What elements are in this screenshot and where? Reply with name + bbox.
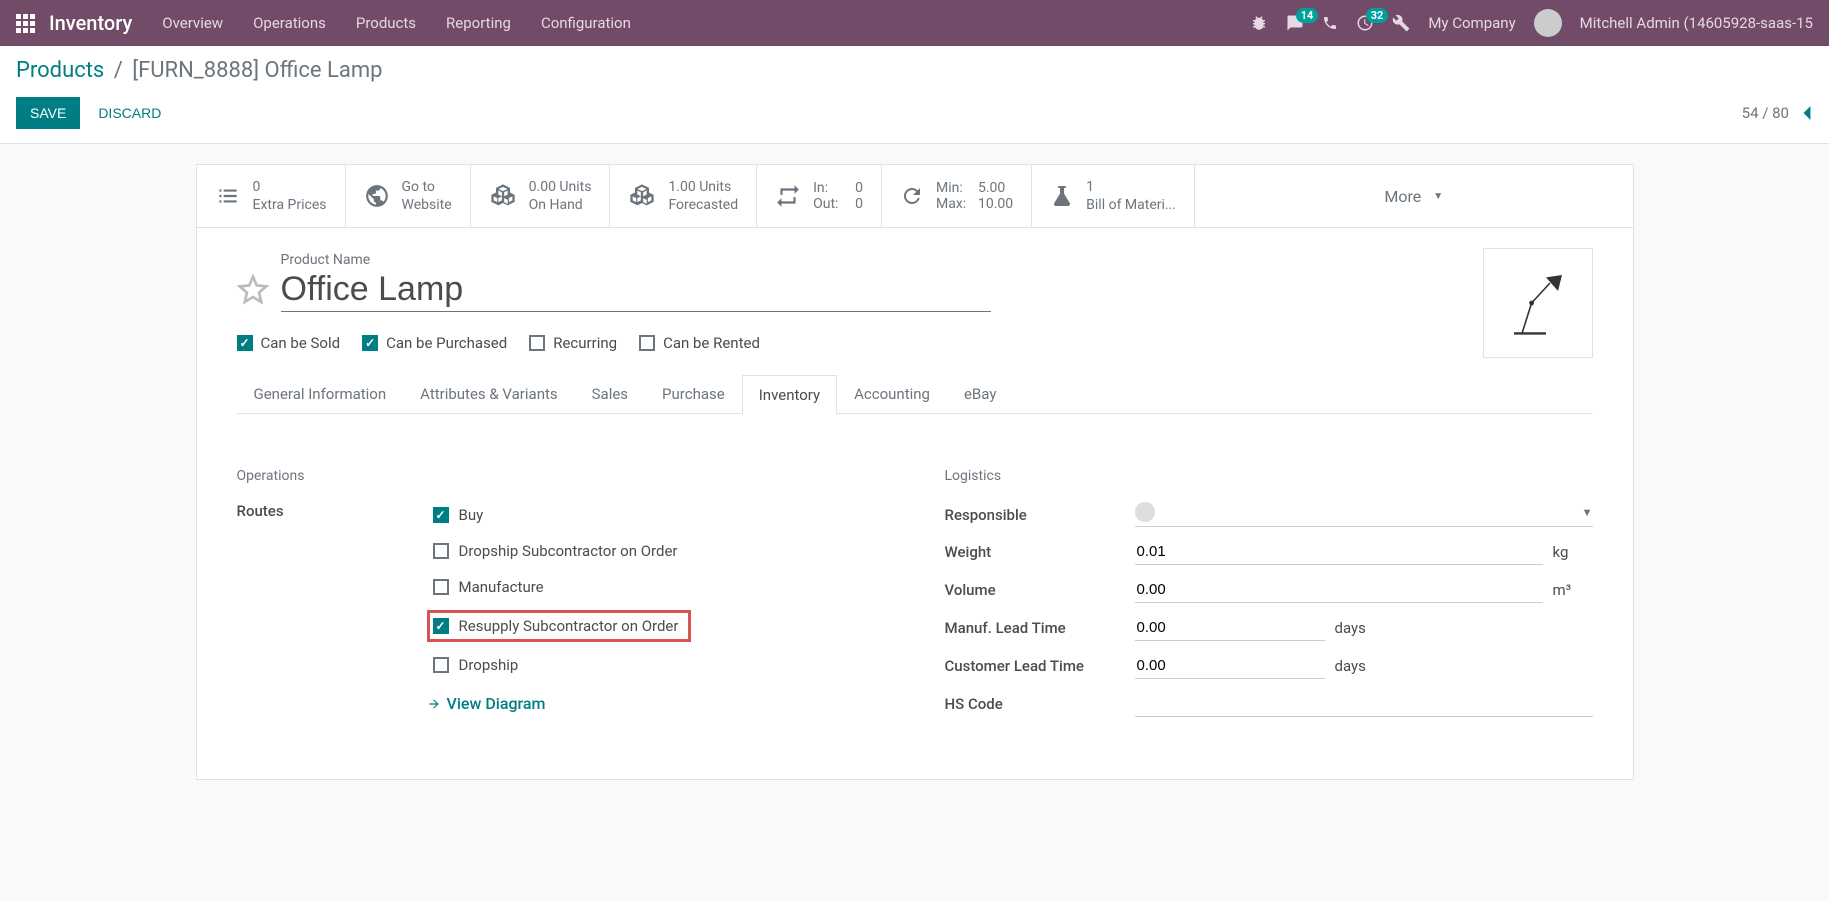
weight-input[interactable] — [1135, 539, 1543, 565]
product-image[interactable] — [1483, 248, 1593, 358]
messages-icon[interactable]: 14 — [1286, 14, 1304, 32]
menu-products[interactable]: Products — [356, 14, 416, 32]
cubes-icon — [628, 182, 656, 210]
check-recurring[interactable]: Recurring — [529, 334, 617, 352]
tab-ebay[interactable]: eBay — [947, 374, 1013, 413]
stat-buttons: 0Extra Prices Go toWebsite 0.00 UnitsOn … — [197, 165, 1633, 228]
stat-extra-prices[interactable]: 0Extra Prices — [197, 165, 346, 227]
breadcrumb-parent[interactable]: Products — [16, 58, 104, 83]
tab-purchase[interactable]: Purchase — [645, 374, 742, 413]
tools-icon[interactable] — [1392, 14, 1410, 32]
responsible-input[interactable]: ▼ — [1135, 502, 1593, 527]
routes-label: Routes — [237, 502, 427, 520]
stat-forecasted[interactable]: 1.00 UnitsForecasted — [610, 165, 757, 227]
stat-more[interactable]: More ▼ — [1195, 165, 1633, 227]
top-navbar: Inventory Overview Operations Products R… — [0, 0, 1829, 46]
transfer-icon — [775, 183, 801, 209]
weight-label: Weight — [945, 543, 1135, 561]
manuf-lead-time-input[interactable] — [1135, 615, 1325, 641]
flask-icon — [1050, 184, 1074, 208]
check-can-be-rented[interactable]: Can be Rented — [639, 334, 760, 352]
control-panel: Products / [FURN_8888] Office Lamp SAVE … — [0, 46, 1829, 144]
customer-unit: days — [1335, 657, 1375, 675]
tab-general-information[interactable]: General Information — [237, 374, 404, 413]
hs-code-label: HS Code — [945, 695, 1135, 713]
pager: 54 / 80 — [1742, 104, 1813, 122]
product-name-input[interactable] — [281, 268, 991, 312]
tab-accounting[interactable]: Accounting — [837, 374, 947, 413]
arrow-right-icon — [427, 697, 441, 711]
bug-icon[interactable] — [1250, 14, 1268, 32]
route-dropship[interactable]: Dropship — [427, 652, 692, 678]
stat-in-out[interactable]: In:0 Out:0 — [757, 165, 882, 227]
product-name-label: Product Name — [281, 252, 991, 268]
caret-down-icon: ▼ — [1433, 191, 1443, 202]
volume-unit: m³ — [1553, 581, 1593, 599]
logistics-section-title: Logistics — [945, 468, 1593, 484]
globe-icon — [364, 183, 390, 209]
list-icon — [215, 183, 241, 209]
user-avatar[interactable] — [1534, 9, 1562, 37]
caret-down-icon: ▼ — [1582, 506, 1593, 519]
route-resupply-subcontractor[interactable]: Resupply Subcontractor on Order — [427, 610, 692, 642]
lamp-icon — [1498, 263, 1578, 343]
menu-operations[interactable]: Operations — [253, 14, 326, 32]
route-manufacture[interactable]: Manufacture — [427, 574, 692, 600]
user-menu[interactable]: Mitchell Admin (14605928-saas-15 — [1580, 14, 1813, 32]
save-button[interactable]: SAVE — [16, 97, 80, 129]
manuf-unit: days — [1335, 619, 1375, 637]
main-menu: Overview Operations Products Reporting C… — [162, 14, 631, 32]
activities-badge: 32 — [1366, 8, 1389, 23]
stat-website[interactable]: Go toWebsite — [346, 165, 471, 227]
tab-attributes-variants[interactable]: Attributes & Variants — [403, 374, 574, 413]
check-can-be-sold[interactable]: Can be Sold — [237, 334, 341, 352]
customer-lead-time-label: Customer Lead Time — [945, 657, 1135, 675]
phone-icon[interactable] — [1322, 15, 1338, 31]
tab-sales[interactable]: Sales — [575, 374, 645, 413]
route-dropship-subcontractor[interactable]: Dropship Subcontractor on Order — [427, 538, 692, 564]
menu-overview[interactable]: Overview — [162, 14, 223, 32]
form-tabs: General Information Attributes & Variant… — [237, 374, 1593, 414]
messages-badge: 14 — [1296, 8, 1319, 23]
volume-input[interactable] — [1135, 577, 1543, 603]
menu-reporting[interactable]: Reporting — [446, 14, 511, 32]
route-buy[interactable]: Buy — [427, 502, 692, 528]
responsible-label: Responsible — [945, 506, 1135, 524]
breadcrumb-current: [FURN_8888] Office Lamp — [132, 58, 382, 83]
company-selector[interactable]: My Company — [1428, 14, 1515, 32]
pager-position[interactable]: 54 / 80 — [1742, 104, 1789, 122]
tab-inventory[interactable]: Inventory — [742, 375, 837, 414]
form-sheet: 0Extra Prices Go toWebsite 0.00 UnitsOn … — [196, 164, 1634, 780]
refresh-icon — [900, 184, 924, 208]
activities-icon[interactable]: 32 — [1356, 14, 1374, 32]
stat-min-max[interactable]: Min:5.00 Max:10.00 — [882, 165, 1032, 227]
menu-configuration[interactable]: Configuration — [541, 14, 631, 32]
hs-code-input[interactable] — [1135, 691, 1593, 717]
favorite-star-icon[interactable] — [237, 274, 269, 306]
cubes-icon — [489, 182, 517, 210]
volume-label: Volume — [945, 581, 1135, 599]
stat-bom[interactable]: 1Bill of Materi... — [1032, 165, 1195, 227]
stat-on-hand[interactable]: 0.00 UnitsOn Hand — [471, 165, 611, 227]
avatar-icon — [1135, 502, 1155, 522]
check-can-be-purchased[interactable]: Can be Purchased — [362, 334, 507, 352]
apps-icon[interactable] — [16, 14, 35, 33]
app-brand[interactable]: Inventory — [49, 11, 132, 35]
view-diagram-link[interactable]: View Diagram — [427, 694, 692, 713]
customer-lead-time-input[interactable] — [1135, 653, 1325, 679]
discard-button[interactable]: DISCARD — [98, 97, 161, 129]
breadcrumb: Products / [FURN_8888] Office Lamp — [16, 58, 1813, 83]
pager-prev-icon[interactable] — [1801, 105, 1813, 121]
manuf-lead-time-label: Manuf. Lead Time — [945, 619, 1135, 637]
weight-unit: kg — [1553, 543, 1593, 561]
operations-section-title: Operations — [237, 468, 885, 484]
inventory-tab-content: Operations Routes Buy Dropship Subcontra… — [197, 438, 1633, 779]
